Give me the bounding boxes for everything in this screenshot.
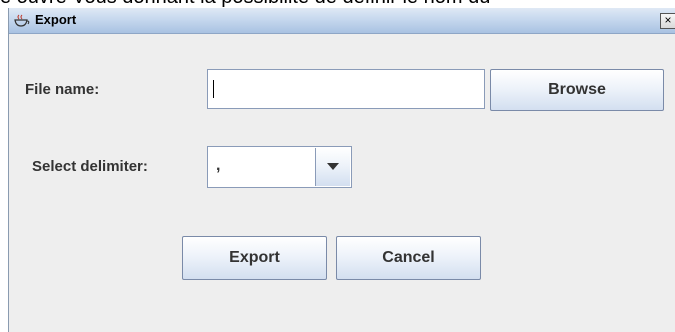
file-name-input[interactable] — [207, 69, 485, 109]
java-cup-icon — [13, 14, 31, 28]
text-caret — [213, 80, 214, 98]
close-button[interactable]: × — [660, 13, 675, 29]
close-icon: × — [664, 13, 672, 27]
title-bar[interactable]: Export × — [9, 8, 675, 34]
background-document-text: e ouvre Vous donnant la possibilité de d… — [0, 0, 675, 8]
delimiter-select[interactable]: , — [207, 146, 352, 188]
export-button[interactable]: Export — [182, 236, 327, 280]
delimiter-dropdown-button[interactable] — [315, 148, 350, 186]
cancel-button[interactable]: Cancel — [336, 236, 481, 280]
dialog-title: Export — [35, 12, 77, 27]
export-dialog: Export × File name: Browse Select delimi… — [8, 8, 675, 332]
delimiter-value: , — [216, 157, 221, 174]
file-name-label: File name: — [25, 81, 100, 98]
delimiter-label: Select delimiter: — [32, 158, 148, 175]
chevron-down-icon — [327, 163, 339, 170]
browse-button[interactable]: Browse — [490, 69, 664, 111]
